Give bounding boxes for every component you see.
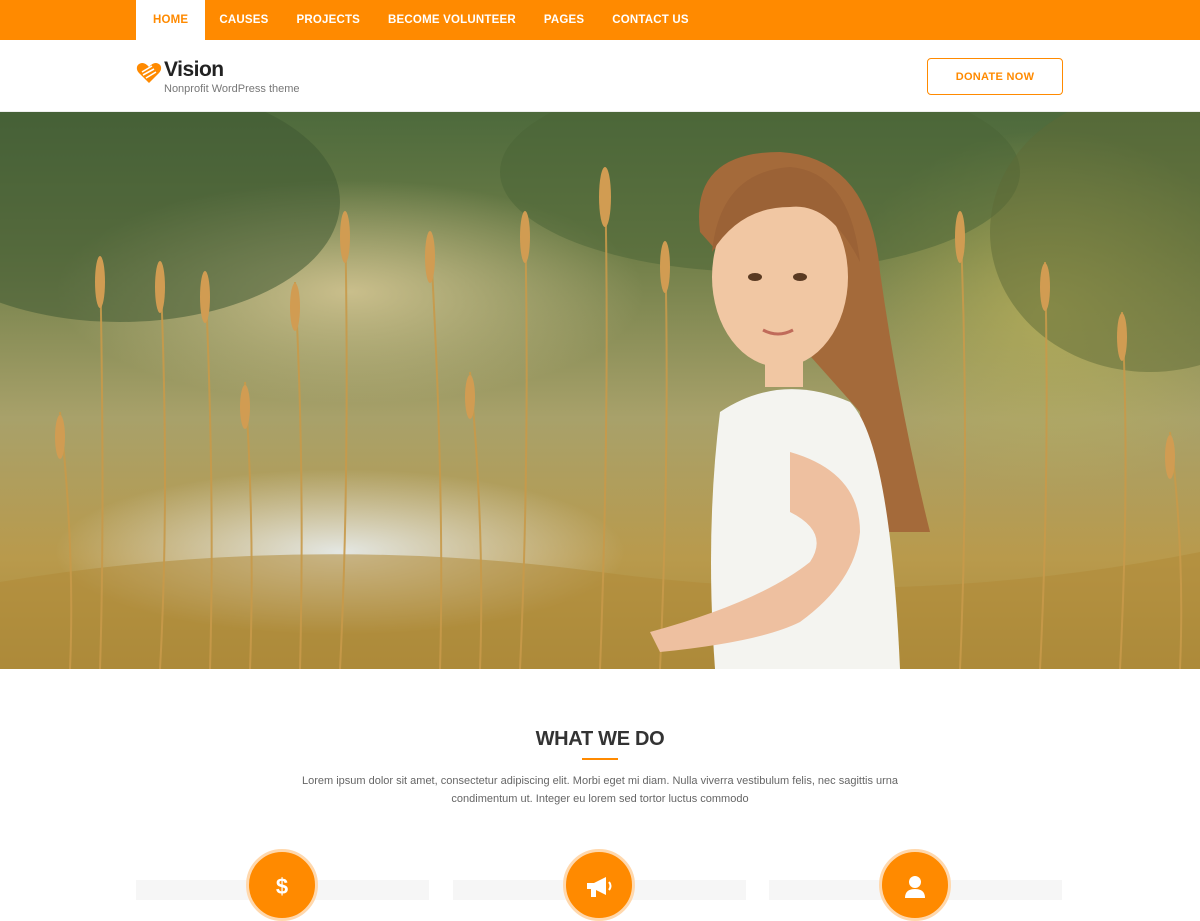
- site-title: Vision: [164, 58, 224, 81]
- megaphone-icon: [563, 849, 635, 921]
- hero-illustration: [0, 112, 1200, 669]
- nav-item-home[interactable]: HOME: [136, 0, 206, 40]
- site-header: Vision Nonprofit WordPress theme DONATE …: [0, 40, 1200, 112]
- site-tagline: Nonprofit WordPress theme: [164, 83, 300, 95]
- heading-underline: [582, 758, 618, 760]
- what-we-do-description: Lorem ipsum dolor sit amet, consectetur …: [301, 775, 899, 805]
- user-glyph: [905, 876, 925, 898]
- user-icon: [879, 849, 951, 921]
- nav-item-contact-us[interactable]: CONTACT US: [598, 0, 703, 40]
- dollar-icon: $: [246, 849, 318, 921]
- megaphone-glyph: [587, 877, 612, 897]
- dollar-glyph: $: [275, 874, 289, 899]
- nav-item-projects[interactable]: PROJECTS: [282, 0, 374, 40]
- site-brand[interactable]: Vision Nonprofit WordPress theme: [136, 58, 300, 95]
- hero-image: [0, 112, 1200, 669]
- main-menu: HOME CAUSES PROJECTS BECOME VOLUNTEER PA…: [136, 0, 703, 40]
- heart-icon: [136, 63, 162, 83]
- nav-item-causes[interactable]: CAUSES: [205, 0, 282, 40]
- donate-now-button[interactable]: DONATE NOW: [927, 58, 1063, 95]
- what-we-do-heading: WHAT WE DO: [535, 728, 665, 750]
- nav-item-become-volunteer[interactable]: BECOME VOLUNTEER: [374, 0, 530, 40]
- top-nav-bar: HOME CAUSES PROJECTS BECOME VOLUNTEER PA…: [0, 0, 1200, 40]
- nav-item-pages[interactable]: PAGES: [530, 0, 598, 40]
